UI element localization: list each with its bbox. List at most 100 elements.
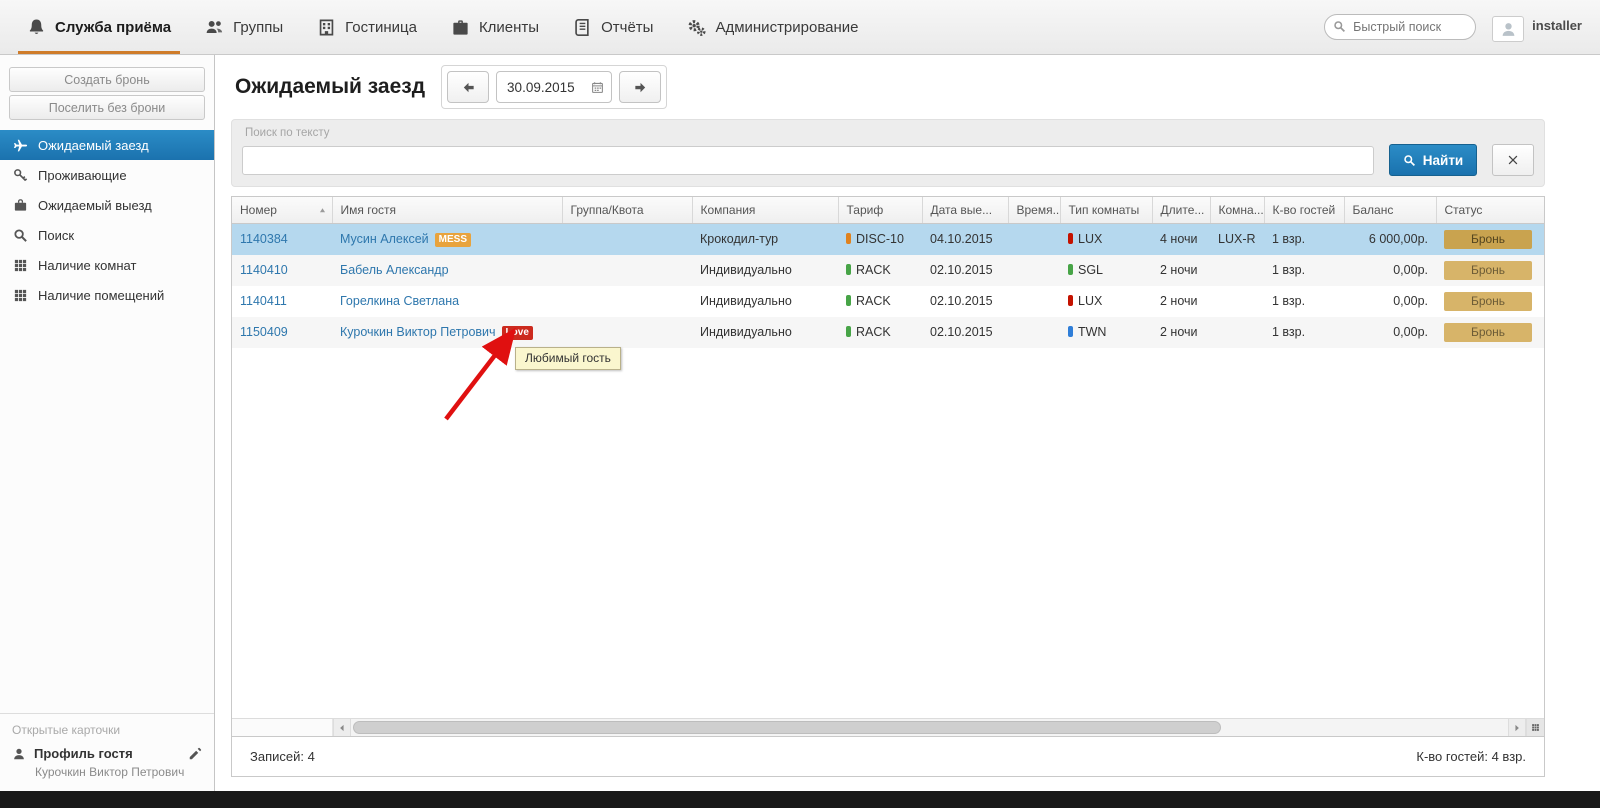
tab-administration[interactable]: Администрирование	[670, 0, 875, 54]
cell-room: LUX-R	[1218, 232, 1256, 246]
booking-number-link[interactable]: 1150409	[240, 325, 288, 339]
text-search-label: Поиск по тексту	[245, 127, 330, 139]
guest-name-link[interactable]: Мусин Алексей	[340, 232, 429, 246]
column-header-label: Тариф	[846, 202, 884, 217]
hscroll-track[interactable]	[351, 719, 1508, 736]
column-header-label: Номер	[240, 202, 277, 217]
column-header-label: Длите...	[1160, 202, 1205, 217]
find-button[interactable]: Найти	[1389, 144, 1477, 176]
cell-group	[562, 286, 692, 317]
guest-name-link[interactable]: Бабель Александр	[340, 263, 449, 277]
hscroll-spacer	[232, 719, 333, 736]
column-header-label: Имя гостя	[340, 202, 397, 217]
column-header[interactable]: Тип комнаты	[1060, 197, 1153, 224]
guest-badge[interactable]: Love	[501, 325, 533, 340]
user-box[interactable]: installer	[1492, 12, 1582, 42]
clear-search-button[interactable]	[1492, 144, 1534, 176]
column-header[interactable]: Статус	[1436, 197, 1544, 224]
sidebar-item-expected-arrival[interactable]: Ожидаемый заезд	[0, 130, 214, 160]
cell-tariff: RACK	[838, 286, 922, 317]
booking-number-link[interactable]: 1140410	[240, 263, 288, 277]
column-header[interactable]: Группа/Квота	[562, 197, 693, 224]
calendar-icon[interactable]	[591, 81, 604, 94]
sidebar-item-search[interactable]: Поиск	[0, 220, 214, 250]
edit-pencil-icon[interactable]	[188, 747, 202, 761]
color-marker	[846, 295, 851, 306]
cell-status: Бронь	[1436, 286, 1544, 317]
sidebar-item-expected-departure[interactable]: Ожидаемый выезд	[0, 190, 214, 220]
tab-clients[interactable]: Клиенты	[434, 0, 556, 54]
column-header[interactable]: Дата вые...	[922, 197, 1009, 224]
table-row[interactable]: 1140410 Бабель Александр Индивидуально RACK…	[232, 254, 1544, 286]
tab-hotel[interactable]: Гостиница	[300, 0, 434, 54]
quick-search-input[interactable]	[1324, 14, 1477, 40]
open-card-subtitle: Курочкин Виктор Петрович	[35, 765, 185, 779]
tab-reception[interactable]: Служба приёма	[10, 0, 188, 54]
column-header[interactable]: Баланс	[1344, 197, 1437, 224]
text-search-input[interactable]	[242, 145, 1374, 175]
cell-time	[1008, 255, 1060, 286]
cell-number: 1140410	[232, 255, 332, 286]
cell-group	[562, 255, 692, 286]
table-row[interactable]: 1140411 Горелкина Светлана Индивидуально RA…	[232, 286, 1544, 317]
sidebar-buttons: Создать бронь Поселить без брони	[0, 64, 214, 123]
sidebar: Создать бронь Поселить без брони Ожидаемы…	[0, 55, 215, 791]
cell-tariff: RACK	[838, 317, 922, 348]
cell-status: Бронь	[1436, 255, 1544, 286]
next-day-button[interactable]	[619, 71, 662, 103]
open-cards-label: Открытые карточки	[12, 723, 121, 737]
gears-icon	[687, 18, 706, 37]
column-header-label: Дата вые...	[930, 202, 993, 217]
table-row[interactable]: 1140384 Мусин Алексей MESS Крокодил-тур DISC…	[232, 223, 1544, 255]
horizontal-scrollbar[interactable]	[232, 718, 1544, 736]
cell-number: 1150409	[232, 317, 332, 348]
cell-number: 1140411	[232, 286, 332, 317]
date-input[interactable]	[497, 79, 580, 95]
window-bottom-edge	[0, 791, 1600, 808]
open-card-guest-profile[interactable]: Профиль гостя	[12, 746, 202, 761]
column-header[interactable]: Комна...	[1210, 197, 1265, 224]
cell-balance: 0,00р.	[1393, 325, 1428, 339]
column-header[interactable]: Длите...	[1152, 197, 1211, 224]
triangle-right-icon	[1512, 723, 1522, 733]
column-header-label: Комна...	[1218, 202, 1264, 217]
cell-guest-name: Мусин Алексей MESS	[332, 223, 562, 255]
checkin-without-booking-button[interactable]: Поселить без брони	[9, 95, 205, 120]
scroll-left-button[interactable]	[333, 719, 351, 736]
guest-name-link[interactable]: Курочкин Виктор Петрович	[340, 325, 496, 339]
sidebar-item-label: Наличие комнат	[38, 257, 137, 273]
tab-reports[interactable]: Отчёты	[556, 0, 670, 54]
table-row[interactable]: 1150409 Курочкин Виктор Петрович Love Индив…	[232, 316, 1544, 348]
create-booking-button[interactable]: Создать бронь	[9, 67, 205, 92]
previous-day-button[interactable]	[447, 71, 490, 103]
sidebar-item-rooms-availability[interactable]: Наличие комнат	[0, 250, 214, 280]
status-badge: Бронь	[1444, 260, 1532, 280]
tab-groups[interactable]: Группы	[188, 0, 300, 54]
column-header[interactable]: Номер	[232, 197, 333, 224]
cell-group	[562, 223, 692, 255]
column-header[interactable]: К-во гостей	[1264, 197, 1345, 224]
topnav-right: installer	[1324, 0, 1590, 54]
column-header[interactable]: Время...	[1008, 197, 1061, 224]
grid-options-button[interactable]	[1526, 719, 1544, 736]
booking-number-link[interactable]: 1140411	[240, 294, 287, 308]
cell-status: Бронь	[1436, 317, 1544, 348]
hscroll-thumb[interactable]	[353, 721, 1221, 734]
cell-guest-count: 1 взр.	[1272, 294, 1306, 308]
booking-number-link[interactable]: 1140384	[240, 232, 288, 246]
column-header[interactable]: Имя гостя	[332, 197, 563, 224]
column-header[interactable]: Тариф	[838, 197, 923, 224]
sidebar-item-premises-availability[interactable]: Наличие помещений	[0, 280, 214, 310]
cell-balance: 0,00р.	[1393, 294, 1428, 308]
scroll-right-button[interactable]	[1508, 719, 1526, 736]
sidebar-item-label: Поиск	[38, 227, 75, 243]
sidebar-item-residents[interactable]: Проживающие	[0, 160, 214, 190]
main-content: Ожидаемый заезд Поиск по тексту	[215, 55, 1600, 791]
column-header[interactable]: Компания	[692, 197, 839, 224]
guest-badge[interactable]: MESS	[434, 232, 471, 247]
guest-name-link[interactable]: Горелкина Светлана	[340, 294, 459, 308]
cell-duration: 4 ночи	[1160, 232, 1198, 246]
search-icon	[13, 228, 28, 243]
cell-room	[1210, 286, 1264, 317]
date-field[interactable]	[496, 71, 613, 103]
